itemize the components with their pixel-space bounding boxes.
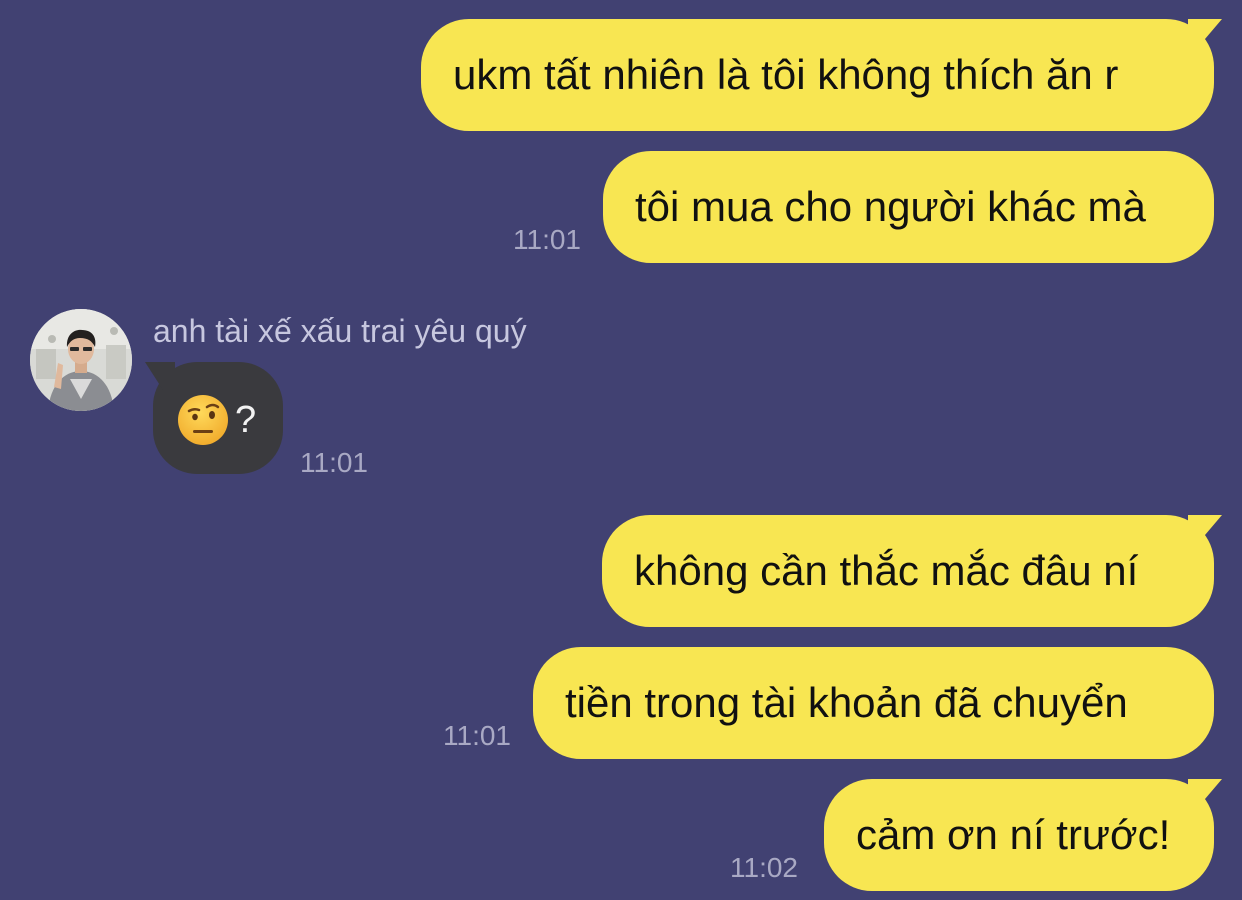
outgoing-message-bubble[interactable]: không cần thắc mắc đâu ní: [602, 515, 1222, 627]
face-with-raised-eyebrow-icon: [178, 394, 228, 445]
message-text: cảm ơn ní trước!: [856, 811, 1171, 858]
contact-avatar[interactable]: [30, 309, 132, 411]
message-timestamp: 11:01: [443, 720, 511, 751]
outgoing-message-bubble[interactable]: ukm tất nhiên là tôi không thích ăn r: [421, 19, 1222, 131]
avatar-photo-icon: [30, 309, 132, 411]
message-timestamp: 11:02: [730, 852, 798, 883]
outgoing-message-bubble[interactable]: cảm ơn ní trước!: [824, 779, 1222, 891]
message-text: ukm tất nhiên là tôi không thích ăn r: [453, 51, 1119, 98]
message-text: tiền trong tài khoản đã chuyển: [565, 679, 1128, 726]
bubble-tail: [1188, 515, 1222, 543]
message-timestamp: 11:01: [300, 447, 368, 478]
bubble-tail: [1188, 19, 1222, 47]
outgoing-message-bubble[interactable]: tôi mua cho người khác mà: [603, 151, 1214, 263]
bubble-tail: [145, 362, 175, 390]
message-text: ?: [235, 398, 257, 441]
sender-name: anh tài xế xấu trai yêu quý: [153, 313, 527, 349]
bubble-tail: [1188, 779, 1222, 807]
message-text: tôi mua cho người khác mà: [635, 183, 1146, 230]
outgoing-message-bubble[interactable]: tiền trong tài khoản đã chuyển: [533, 647, 1214, 759]
message-text: không cần thắc mắc đâu ní: [634, 547, 1139, 594]
incoming-message-bubble[interactable]: ?: [145, 362, 283, 474]
message-timestamp: 11:01: [513, 224, 581, 255]
